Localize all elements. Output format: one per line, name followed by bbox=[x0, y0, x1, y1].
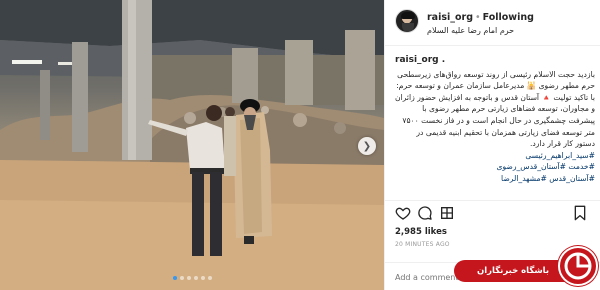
carousel-dot bbox=[207, 276, 212, 280]
location-link[interactable]: حرم امام رضا علیه السلام bbox=[427, 26, 514, 35]
post-caption: raisi_org . بازدید حجت الاسلام رئیسی از … bbox=[395, 55, 595, 185]
header-line: raisi_org • Following bbox=[427, 12, 534, 23]
carousel-dot bbox=[193, 276, 198, 280]
hashtag-link[interactable]: #آستان_قدس #مشهد_الرضا bbox=[395, 173, 595, 185]
next-slide-button[interactable]: ❯ bbox=[358, 137, 376, 155]
dot-separator: • bbox=[475, 12, 481, 23]
post-timestamp: 20 MINUTES AGO bbox=[395, 241, 450, 248]
construction-site-photo bbox=[0, 0, 384, 290]
watermark-logo-icon bbox=[558, 246, 598, 286]
comment-icon[interactable] bbox=[417, 205, 433, 225]
hashtag-list: #سید_ابراهیم_رئیسی #خدمت #آستان_قدس_رضوی… bbox=[395, 150, 595, 185]
carousel-dot bbox=[200, 276, 205, 280]
hashtag-link[interactable]: #خدمت #آستان_قدس_رضوی bbox=[395, 161, 595, 173]
hashtag-link[interactable]: #سید_ابراهیم_رئیسی bbox=[395, 150, 595, 162]
post-photo[interactable]: ❯ bbox=[0, 0, 384, 290]
heart-icon[interactable] bbox=[395, 205, 411, 225]
watermark-text: باشگاه خبرنگاران bbox=[454, 260, 572, 282]
carousel-dot bbox=[186, 276, 191, 280]
carousel-indicator bbox=[0, 276, 384, 280]
carousel-dot bbox=[172, 276, 177, 280]
news-agency-watermark: باشگاه خبرنگاران bbox=[454, 246, 600, 290]
caption-username[interactable]: raisi_org . bbox=[395, 55, 595, 67]
share-icon[interactable] bbox=[439, 205, 455, 225]
following-button[interactable]: Following bbox=[483, 12, 534, 23]
action-bar bbox=[385, 200, 600, 224]
bookmark-icon[interactable] bbox=[573, 205, 587, 225]
username-link[interactable]: raisi_org bbox=[427, 12, 473, 23]
post-header: raisi_org • Following حرم امام رضا علیه ال… bbox=[385, 0, 600, 46]
likes-count[interactable]: 2,985 likes bbox=[395, 227, 447, 237]
chevron-right-icon: ❯ bbox=[362, 140, 372, 152]
carousel-dot bbox=[179, 276, 184, 280]
avatar[interactable] bbox=[395, 9, 419, 33]
caption-text: بازدید حجت الاسلام رئیسی از روند توسعه ر… bbox=[395, 69, 595, 149]
